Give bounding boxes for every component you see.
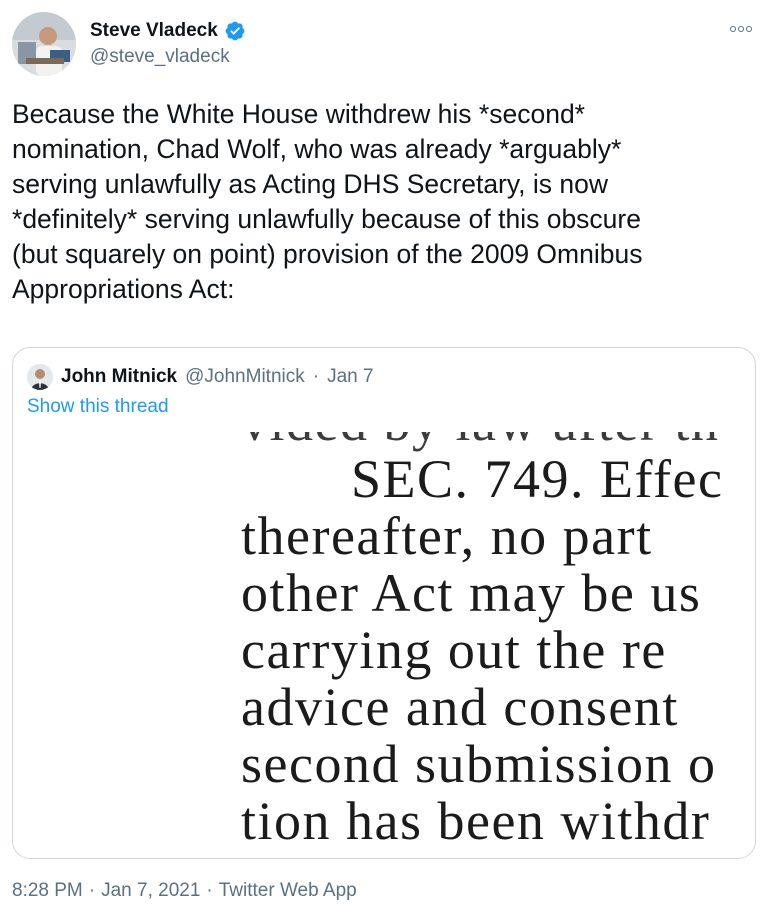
quoted-author-avatar [27,364,53,390]
tweet-date[interactable]: Jan 7, 2021 [101,880,200,902]
law-line: other Act may be us [241,563,702,623]
tweet-time[interactable]: 8:28 PM [12,880,83,902]
quoted-tweet-date: Jan 7 [327,366,374,387]
tweet-text: Because the White House withdrew his *se… [12,97,752,307]
law-line: advice and consent [241,677,679,737]
tweet-line: *definitely* serving unlawfully because … [12,204,641,234]
author-names: Steve Vladeck @steve_vladeck [90,20,246,68]
verified-badge-icon [224,20,246,42]
tweet-line: nomination, Chad Wolf, who was already *… [12,134,622,164]
tweet-line: (but squarely on point) provision of the… [12,239,643,269]
law-line: vided by law after th [241,432,723,451]
law-excerpt-text: vided by law after th SEC. 749. Effec th… [241,432,724,859]
author-display-name[interactable]: Steve Vladeck [90,20,218,42]
law-line: SEC. 749. Effec [351,449,724,509]
author-avatar[interactable] [12,12,76,76]
tweet-footer: 8:28 PM · Jan 7, 2021 · Twitter Web App [12,880,357,902]
tweet-line: Because the White House withdrew his *se… [12,99,585,129]
separator-dot: · [206,880,213,901]
tweet-line: serving unlawfully as Acting DHS Secreta… [12,169,609,199]
separator-dot: · [312,366,320,387]
law-line: thereafter, no part [241,506,653,566]
tweet-header: Steve Vladeck @steve_vladeck [12,12,756,82]
more-dot [738,26,744,32]
law-line: carrying out the re [241,620,667,680]
more-options-icon[interactable] [730,24,756,34]
author-handle[interactable]: @steve_vladeck [90,46,246,68]
tweet-line: Appropriations Act: [12,274,235,304]
quoted-author-handle: @JohnMitnick [185,366,305,387]
law-line: SEC. 750. T [241,850,723,859]
quoted-tweet-header: John Mitnick @JohnMitnick · Jan 7 [27,364,374,390]
separator-dot: · [88,880,96,901]
author-avatar-image [12,12,76,76]
tweet-source[interactable]: Twitter Web App [219,880,357,902]
show-thread-link[interactable]: Show this thread [27,396,169,418]
more-dot [730,26,736,32]
law-line: tion has been withdr [241,791,711,851]
display-name-row: Steve Vladeck [90,20,246,42]
quoted-author-name: John Mitnick [61,366,178,387]
quoted-tweet-image[interactable]: vided by law after th SEC. 749. Effec th… [13,432,755,859]
law-line: second submission o [241,734,717,794]
more-dot [746,26,752,32]
quoted-tweet-card[interactable]: John Mitnick @JohnMitnick · Jan 7 Show t… [12,347,756,859]
